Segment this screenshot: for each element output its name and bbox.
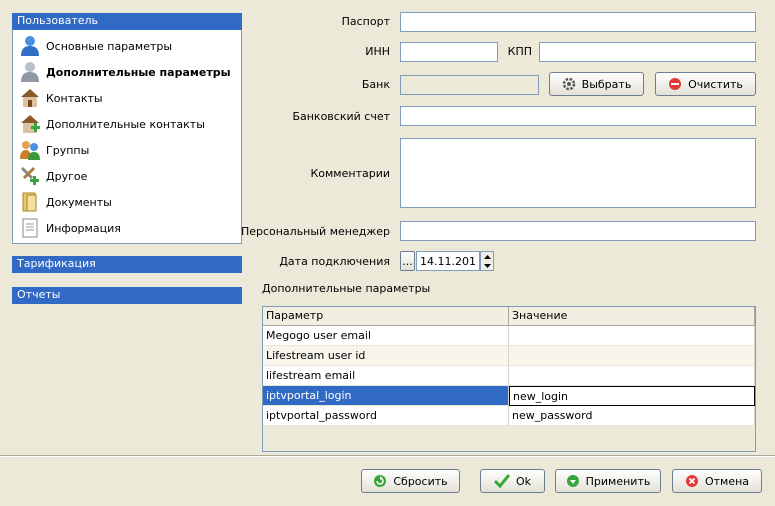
param-cell: iptvportal_password xyxy=(263,406,509,426)
ok-button[interactable]: Ok xyxy=(480,469,545,493)
cancel-label: Отмена xyxy=(704,474,750,488)
clear-bank-button[interactable]: Очистить xyxy=(655,72,756,96)
cancel-icon xyxy=(685,475,698,487)
nav-label: Группы xyxy=(46,143,90,157)
group-icon xyxy=(20,141,40,160)
table-row-selected[interactable]: iptvportal_login new_login xyxy=(263,386,755,406)
value-cell[interactable] xyxy=(509,366,755,386)
house-icon xyxy=(21,89,39,107)
nav-label: Дополнительные контакты xyxy=(46,117,205,131)
table-row[interactable]: iptvportal_password new_password xyxy=(263,406,755,426)
manager-label: Персональный менеджер xyxy=(240,225,390,238)
manager-input[interactable] xyxy=(400,221,756,241)
reports-section-header[interactable]: Отчеты xyxy=(12,287,242,304)
nav-item-contacts[interactable]: Контакты xyxy=(19,85,234,111)
extra-params-label: Дополнительные параметры xyxy=(262,282,431,295)
clear-label: Очистить xyxy=(688,77,743,91)
spin-up-icon[interactable] xyxy=(481,252,493,261)
table-row[interactable]: Megogo user email xyxy=(263,326,755,346)
user-blue-icon xyxy=(21,36,39,56)
cancel-button[interactable]: Отмена xyxy=(672,469,762,493)
table-header: Параметр Значение xyxy=(263,307,755,326)
house-add-icon xyxy=(21,115,40,133)
nav-item-extra-params[interactable]: Дополнительные параметры xyxy=(19,59,234,85)
connect-date-label: Дата подключения xyxy=(279,255,390,268)
params-table: Параметр Значение Megogo user email Life… xyxy=(262,306,756,452)
account-label: Банковский счет xyxy=(292,110,390,123)
nav-item-other[interactable]: Другое xyxy=(19,163,234,189)
gear-icon xyxy=(562,77,575,91)
nav-label: Дополнительные параметры xyxy=(46,65,231,79)
date-picker-button[interactable]: ... xyxy=(400,251,415,271)
reset-button[interactable]: Сбросить xyxy=(361,469,460,493)
choose-label: Выбрать xyxy=(581,77,632,91)
bank-label: Банк xyxy=(361,78,390,91)
apply-button[interactable]: Применить xyxy=(555,469,661,493)
footer-divider xyxy=(0,455,775,457)
tools-add-icon xyxy=(20,166,39,185)
nav-label: Контакты xyxy=(46,91,103,105)
table-row[interactable]: lifestream email xyxy=(263,366,755,386)
value-cell[interactable] xyxy=(509,326,755,346)
bank-input xyxy=(400,75,539,95)
reset-icon xyxy=(374,475,387,487)
apply-label: Применить xyxy=(585,474,651,488)
param-cell: Megogo user email xyxy=(263,326,509,346)
tariff-section-header[interactable]: Тарификация xyxy=(12,256,242,273)
spin-down-icon[interactable] xyxy=(481,261,493,270)
value-cell[interactable]: new_password xyxy=(509,406,755,426)
param-cell: iptvportal_login xyxy=(263,386,509,406)
inn-input[interactable] xyxy=(400,42,498,62)
value-cell[interactable] xyxy=(509,346,755,366)
nav-label: Информация xyxy=(46,221,121,235)
ellipsis-label: ... xyxy=(402,254,413,268)
nav-item-main-params[interactable]: Основные параметры xyxy=(19,33,234,59)
account-input[interactable] xyxy=(400,106,756,126)
remove-icon xyxy=(669,78,682,90)
passport-label: Паспорт xyxy=(341,15,390,28)
kpp-label: КПП xyxy=(507,45,532,58)
value-cell-editing[interactable]: new_login xyxy=(509,386,755,406)
user-gray-icon xyxy=(21,62,39,82)
choose-bank-button[interactable]: Выбрать xyxy=(549,72,644,96)
nav-item-documents[interactable]: Документы xyxy=(19,189,234,215)
inn-label: ИНН xyxy=(365,45,390,58)
connect-date-input[interactable] xyxy=(416,251,480,271)
column-header-param[interactable]: Параметр xyxy=(263,307,509,325)
param-cell: Lifestream user id xyxy=(263,346,509,366)
checkmark-icon xyxy=(493,474,510,488)
nav-item-extra-contacts[interactable]: Дополнительные контакты xyxy=(19,111,234,137)
comments-label: Комментарии xyxy=(310,167,390,180)
passport-input[interactable] xyxy=(400,12,756,32)
nav-label: Документы xyxy=(46,195,112,209)
comments-textarea[interactable] xyxy=(400,138,756,208)
documents-icon xyxy=(22,192,37,212)
table-row[interactable]: Lifestream user id xyxy=(263,346,755,366)
info-doc-icon xyxy=(22,218,38,238)
reset-label: Сбросить xyxy=(393,474,448,488)
user-section-header[interactable]: Пользователь xyxy=(12,13,242,30)
param-cell: lifestream email xyxy=(263,366,509,386)
kpp-input[interactable] xyxy=(539,42,756,62)
column-header-value[interactable]: Значение xyxy=(509,307,755,325)
date-spinner[interactable] xyxy=(480,251,494,271)
nav-label: Основные параметры xyxy=(46,39,173,53)
nav-item-info[interactable]: Информация xyxy=(19,215,234,241)
nav-item-groups[interactable]: Группы xyxy=(19,137,234,163)
nav-label: Другое xyxy=(46,169,88,183)
ok-label: Ok xyxy=(515,474,532,488)
apply-icon xyxy=(566,475,579,487)
user-nav-list: Основные параметры Дополнительные параме… xyxy=(12,30,242,244)
